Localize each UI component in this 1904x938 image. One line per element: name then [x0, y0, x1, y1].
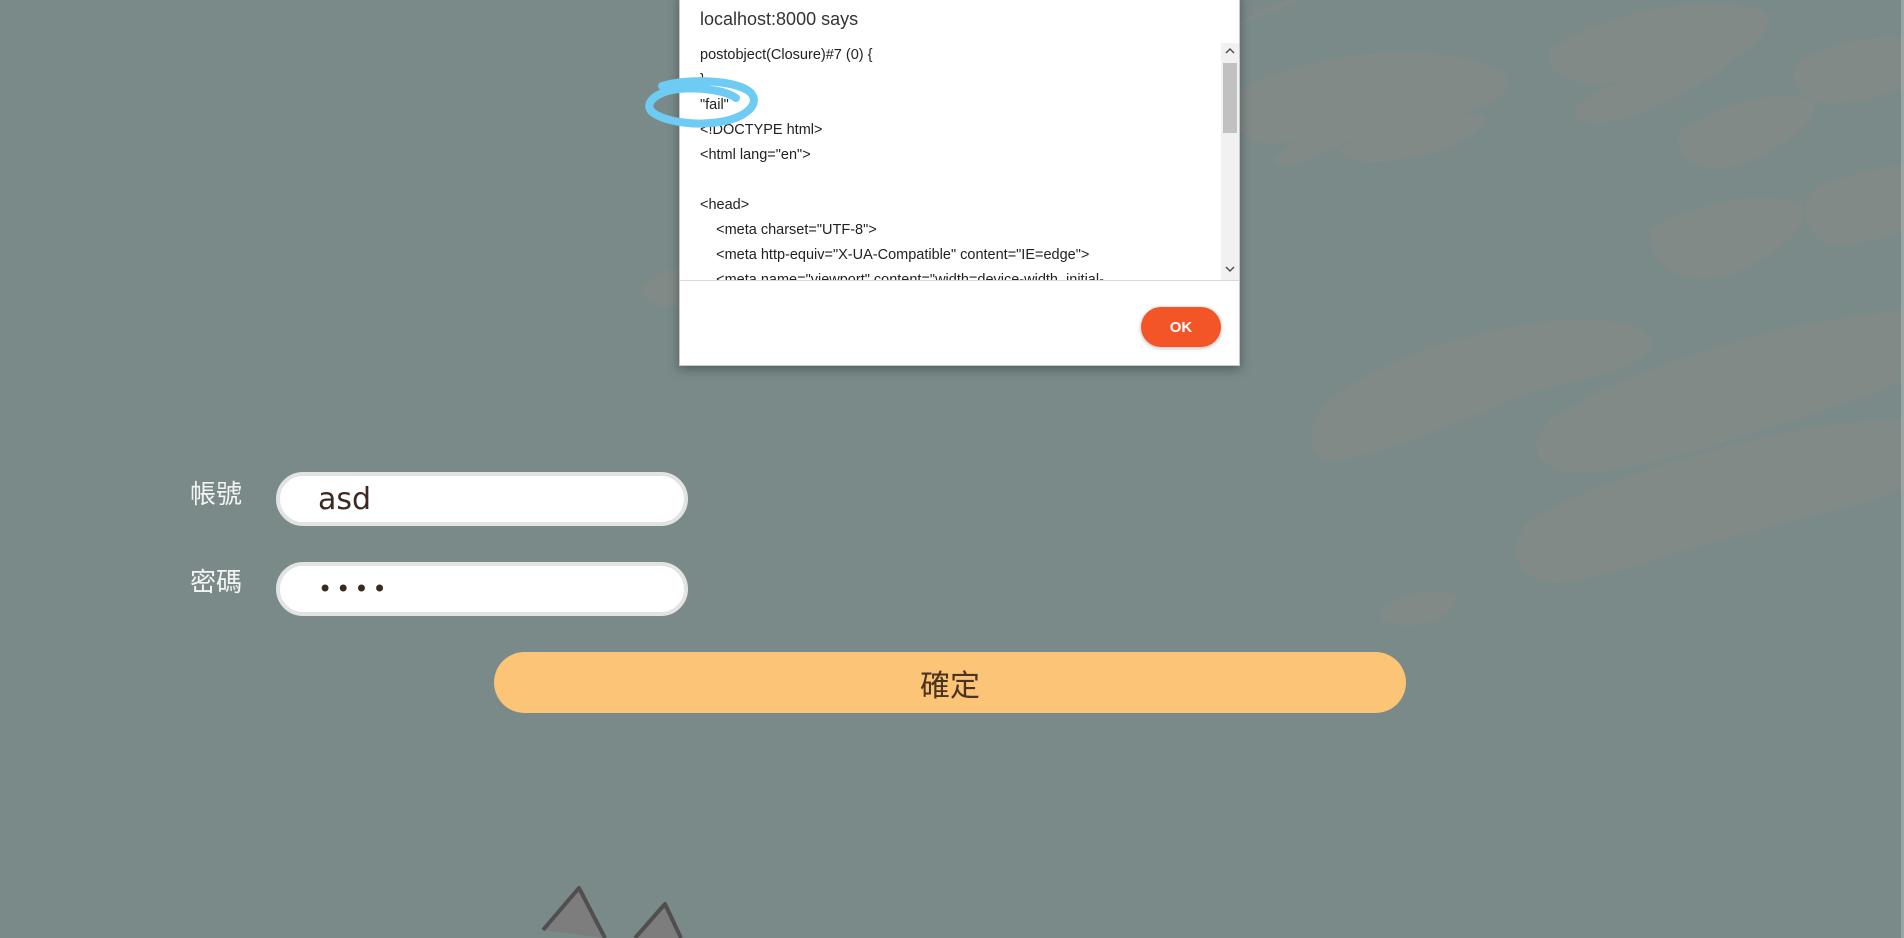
account-label: 帳號 [190, 480, 243, 510]
scroll-thumb[interactable] [1223, 63, 1237, 133]
password-input[interactable] [276, 562, 688, 616]
highlight-annotation [645, 77, 758, 128]
dialog-message: postobject(Closure)#7 (0) { } "fail" <!D… [700, 47, 1104, 281]
account-input[interactable] [276, 472, 688, 526]
chevron-up-icon[interactable] [1221, 43, 1239, 61]
submit-button[interactable]: 確定 [494, 652, 1406, 713]
dialog-title: localhost:8000 says [700, 9, 859, 29]
ok-button[interactable]: OK [1141, 307, 1221, 347]
cat-ears-illustration [541, 886, 683, 938]
chevron-down-icon[interactable] [1221, 262, 1239, 280]
dialog-scrollbar[interactable] [1221, 43, 1239, 280]
password-label: 密碼 [190, 568, 243, 598]
alert-dialog: localhost:8000 says postobject(Closure)#… [679, 0, 1240, 366]
